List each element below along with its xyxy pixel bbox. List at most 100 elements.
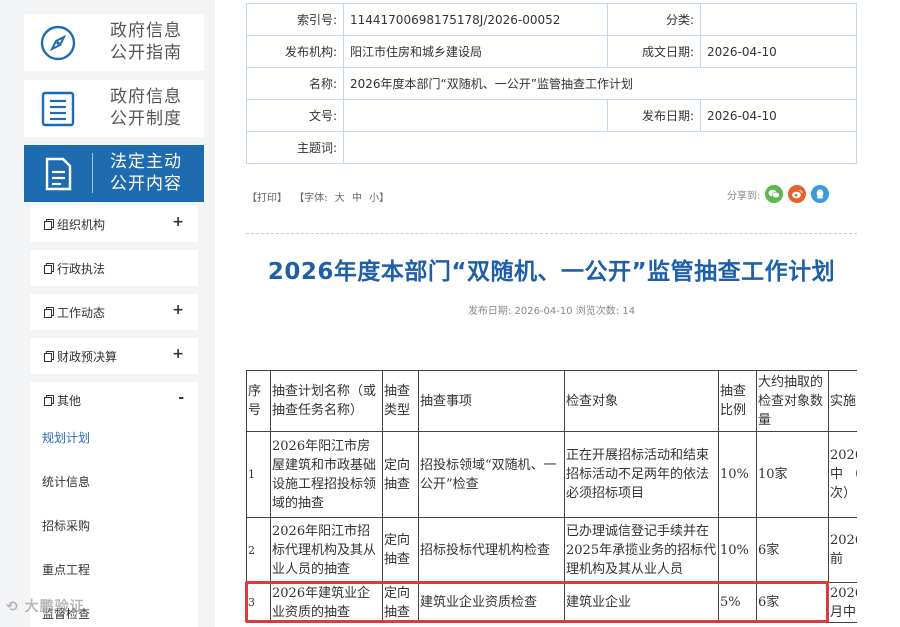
table-cell: 2 — [246, 517, 271, 583]
watermark-text: 大鹏验证 — [24, 599, 85, 615]
collapse-icon[interactable]: - — [178, 390, 184, 406]
menu-item-label: 行政执法 — [57, 261, 106, 276]
sub-item-planning[interactable]: 规划计划 — [42, 429, 90, 446]
publisher-value: 阳江市住房和城乡建设局 — [343, 35, 608, 68]
table-cell: 1 — [246, 431, 271, 518]
table-cell: 6家 — [756, 582, 829, 623]
header-cell: 抽查类型 — [382, 370, 419, 432]
header-cell: 检查对象 — [564, 370, 719, 432]
copy-icon — [44, 394, 54, 406]
name-label: 名称: — [246, 67, 344, 100]
card-divider — [92, 153, 93, 193]
share-bar: 分享到: — [727, 185, 830, 203]
font-large-link[interactable]: 大 — [335, 193, 345, 204]
publish-date-value: 2026-04-10 — [700, 99, 857, 132]
table-cell: 5% — [718, 582, 757, 623]
sidebar-card-label: 法定主动 公开内容 — [110, 152, 182, 194]
weibo-icon — [792, 190, 803, 199]
header-cell: 抽查事项 — [418, 370, 565, 432]
sidebar-card-system[interactable]: 政府信息 公开制度 — [24, 80, 204, 137]
divider — [246, 233, 857, 234]
plan-table: 序号 抽查计划名称（或抽查任务名称） 抽查类型 抽查事项 检查对象 抽查比例 大… — [246, 370, 857, 623]
wechat-share-button[interactable] — [765, 185, 784, 203]
article-title: 2026年度本部门“双随机、一公开”监管抽查工作计划 — [267, 259, 836, 285]
table-cell: 招标投标代理机构检查 — [418, 517, 565, 583]
category-label: 分类: — [607, 3, 701, 36]
subject-value — [343, 131, 857, 164]
copy-icon — [44, 350, 54, 362]
header-cell: 大约抽取的检查对象数量 — [756, 370, 829, 432]
created-date-label: 成文日期: — [607, 35, 701, 68]
table-cell: 3 — [246, 582, 271, 623]
menu-item-label: 工作动态 — [57, 305, 106, 320]
expand-icon[interactable]: + — [172, 346, 184, 362]
expand-icon[interactable]: + — [172, 302, 184, 318]
document-icon — [45, 157, 72, 191]
menu-item-label: 组织机构 — [57, 217, 106, 232]
table-cell: 10% — [718, 517, 757, 583]
sub-item-key-projects[interactable]: 重点工程 — [42, 561, 90, 578]
print-link[interactable]: 【打印】 — [247, 193, 287, 204]
expand-icon[interactable]: + — [172, 214, 184, 230]
menu-item-organization[interactable]: 组织机构 + — [30, 206, 198, 242]
menu-item-work-news[interactable]: 工作动态 + — [30, 294, 198, 330]
doc-number-label: 文号: — [246, 99, 344, 132]
weibo-share-button[interactable] — [788, 185, 807, 203]
category-value — [700, 3, 857, 36]
menu-item-budget[interactable]: 财政预决算 + — [30, 338, 198, 374]
subject-label: 主题词: — [246, 131, 344, 164]
font-medium-link[interactable]: 中 — [352, 193, 362, 204]
table-row: 2 2026年阳江市招标代理机构及其从业人员的抽查 定向抽查 招标投标代理机构检… — [246, 517, 857, 583]
table-row: 1 2026年阳江市房屋建筑和市政基础设施工程招投标领域的抽查 定向抽查 招投标… — [246, 431, 857, 518]
name-value: 2026年度本部门“双随机、一公开”监管抽查工作计划 — [343, 67, 857, 100]
table-cell: 已办理诚信登记手续并在2025年承揽业务的招标代理机构及其从业人员 — [564, 517, 719, 583]
sidebar-card-statutory[interactable]: 法定主动 公开内容 — [24, 145, 204, 202]
watermark-logo-icon: ⟲ — [6, 599, 19, 615]
sub-item-statistics[interactable]: 统计信息 — [42, 473, 90, 490]
plan-table-container[interactable]: 序号 抽查计划名称（或抽查任务名称） 抽查类型 抽查事项 检查对象 抽查比例 大… — [246, 370, 857, 627]
qq-share-button[interactable] — [811, 185, 830, 203]
wechat-icon — [768, 189, 781, 199]
qq-icon — [817, 189, 824, 199]
table-cell: 招投标领域“双随机、一公开”检查 — [418, 431, 565, 518]
article-meta: 发布日期: 2026-04-10 浏览次数: 14 — [467, 306, 636, 317]
copy-icon — [44, 306, 54, 318]
copy-icon — [44, 218, 54, 230]
table-cell: 定向抽查 — [382, 582, 419, 623]
header-cell: 实施 — [828, 370, 857, 432]
sidebar-card-label: 政府信息 公开指南 — [110, 21, 182, 63]
menu-item-label: 其他 — [57, 393, 82, 408]
sidebar: 政府信息 公开指南 政府信息 公开制度 法定主动 公开内容 组织机构 + 行政执… — [0, 0, 215, 627]
publisher-label: 发布机构: — [246, 35, 344, 68]
table-cell: 2026 底前 — [828, 517, 857, 583]
menu-group-other — [30, 382, 198, 627]
table-cell: 6家 — [756, 517, 829, 583]
font-small-link[interactable]: 小】 — [369, 193, 389, 204]
table-cell: 2026 2月中 — [828, 582, 857, 623]
menu-item-enforcement[interactable]: 行政执法 — [30, 250, 198, 286]
table-cell: 2026 月中 （一 次） — [828, 431, 857, 518]
table-row: 3 2026年建筑业企业资质的抽查 定向抽查 建筑业企业资质检查 建筑业企业 5… — [246, 582, 857, 623]
header-cell: 抽查比例 — [718, 370, 757, 432]
article-tools: 【打印】 【字体: 大 中 小】 — [247, 189, 393, 204]
compass-icon — [40, 25, 76, 61]
copy-icon — [44, 262, 54, 274]
font-size-label: 【字体: — [294, 193, 328, 204]
sub-item-procurement[interactable]: 招标采购 — [42, 517, 90, 534]
created-date-value: 2026-04-10 — [700, 35, 857, 68]
header-cell: 抽查计划名称（或抽查任务名称） — [270, 370, 383, 432]
table-header-row: 序号 抽查计划名称（或抽查任务名称） 抽查类型 抽查事项 检查对象 抽查比例 大… — [246, 370, 857, 432]
table-cell: 定向抽查 — [382, 517, 419, 583]
table-cell: 定向抽查 — [382, 431, 419, 518]
watermark: ⟲ 大鹏验证 — [6, 596, 85, 616]
table-cell: 2026年阳江市招标代理机构及其从业人员的抽查 — [270, 517, 383, 583]
share-label: 分享到: — [727, 190, 761, 202]
sidebar-card-guide[interactable]: 政府信息 公开指南 — [24, 14, 204, 71]
table-cell: 建筑业企业 — [564, 582, 719, 623]
table-cell: 2026年建筑业企业资质的抽查 — [270, 582, 383, 623]
document-meta-table: 索引号: 11441700698175178J/2026-00052 分类: 发… — [246, 3, 857, 164]
table-cell: 正在开展招标活动和结束招标活动不足两年的依法必须招标项目 — [564, 431, 719, 518]
publish-date-label: 发布日期: — [607, 99, 701, 132]
menu-item-other[interactable]: 其他 - — [30, 382, 198, 418]
table-cell: 10% — [718, 431, 757, 518]
